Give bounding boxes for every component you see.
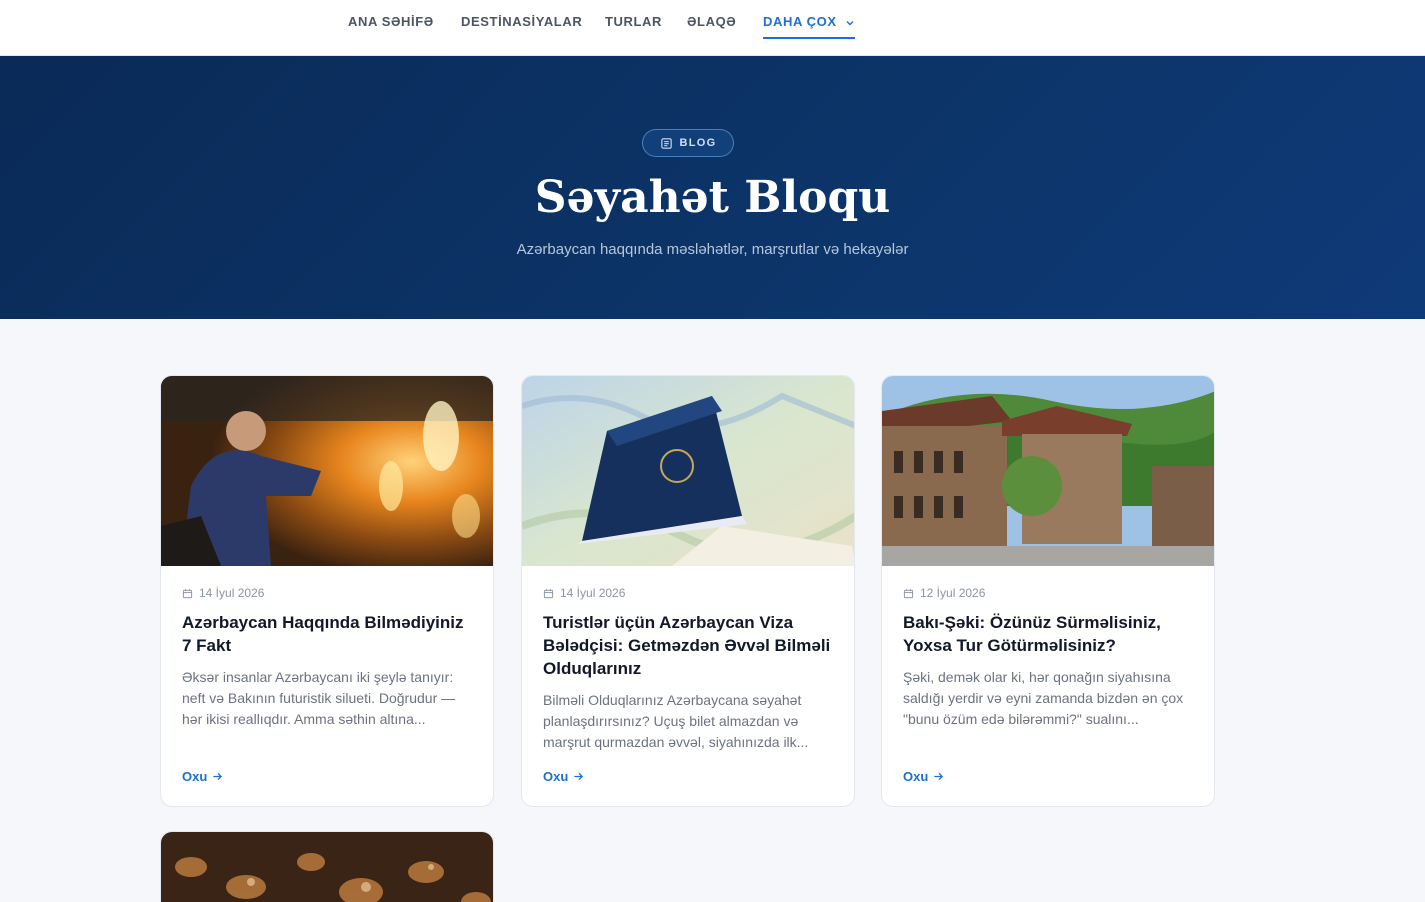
post-image-sheki[interactable] — [882, 376, 1214, 566]
post-date-text: 14 İyul 2026 — [199, 586, 265, 600]
post-body: 12 İyul 2026 Bakı-Şəki: Özünüz Sürməlisi… — [882, 566, 1214, 806]
read-more-label: Oxu — [903, 769, 929, 784]
nav-tours[interactable]: TURLAR — [605, 14, 662, 29]
nav-destinations[interactable]: DESTİNASİYALAR — [461, 14, 582, 29]
blog-card[interactable]: 12 İyul 2026 Bakı-Şəki: Özünüz Sürməlisi… — [881, 375, 1215, 807]
read-more-link[interactable]: Oxu — [182, 769, 223, 784]
page-subtitle: Azərbaycan haqqında məsləhətlər, marşrut… — [516, 241, 909, 258]
nav-home[interactable]: ANA SƏHİFƏ — [348, 14, 434, 29]
blog-card[interactable]: 14 İyul 2026 Turistlər üçün Azərbaycan V… — [521, 375, 855, 807]
calendar-icon — [903, 588, 914, 598]
calendar-icon — [182, 588, 193, 598]
blog-card[interactable]: 14 İyul 2026 Azərbaycan Haqqında Bilmədi… — [160, 375, 494, 807]
calendar-icon — [543, 588, 554, 598]
read-more-label: Oxu — [182, 769, 208, 784]
post-title[interactable]: Turistlər üçün Azərbaycan Viza Bələdçisi… — [543, 611, 833, 680]
post-image-copperware[interactable] — [161, 832, 493, 902]
read-more-label: Oxu — [543, 769, 569, 784]
blog-badge: BLOG — [642, 129, 734, 157]
arrow-right-icon — [934, 772, 944, 781]
nav-more-dropdown[interactable]: DAHA ÇOX — [763, 14, 855, 39]
page-title: Səyahət Bloqu — [534, 172, 891, 223]
post-body: 14 İyul 2026 Azərbaycan Haqqında Bilmədi… — [161, 566, 493, 806]
post-body: 14 İyul 2026 Turistlər üçün Azərbaycan V… — [522, 566, 854, 806]
top-navigation: ANA SƏHİFƏ DESTİNASİYALAR TURLAR ƏLAQƏ D… — [0, 0, 1425, 56]
nav-contact[interactable]: ƏLAQƏ — [687, 14, 736, 29]
post-title[interactable]: Bakı-Şəki: Özünüz Sürməlisiniz, Yoxsa Tu… — [903, 611, 1193, 657]
badge-label: BLOG — [679, 137, 717, 149]
read-more-link[interactable]: Oxu — [903, 769, 944, 784]
newspaper-icon — [660, 137, 672, 149]
blog-card[interactable] — [160, 831, 494, 902]
hero-banner: BLOG Səyahət Bloqu Azərbaycan haqqında m… — [0, 56, 1425, 319]
nav-more-label: DAHA ÇOX — [763, 14, 837, 29]
post-excerpt: Bilməli Olduqlarınız Azərbaycana səyahət… — [543, 692, 809, 750]
arrow-right-icon — [574, 772, 584, 781]
chevron-down-icon — [846, 20, 854, 26]
post-title[interactable]: Azərbaycan Haqqında Bilmədiyiniz 7 Fakt — [182, 611, 472, 657]
post-excerpt: Əksər insanlar Azərbaycanı iki şeylə tan… — [182, 669, 456, 727]
read-more-link[interactable]: Oxu — [543, 769, 584, 784]
post-image-passport[interactable] — [522, 376, 854, 566]
post-date-text: 14 İyul 2026 — [560, 586, 626, 600]
post-date: 14 İyul 2026 — [182, 586, 472, 600]
post-date: 12 İyul 2026 — [903, 586, 1193, 600]
arrow-right-icon — [213, 772, 223, 781]
post-excerpt: Şəki, demək olar ki, hər qonağın siyahıs… — [903, 669, 1184, 727]
post-date-text: 12 İyul 2026 — [920, 586, 986, 600]
post-image-flames[interactable] — [161, 376, 493, 566]
post-date: 14 İyul 2026 — [543, 586, 833, 600]
